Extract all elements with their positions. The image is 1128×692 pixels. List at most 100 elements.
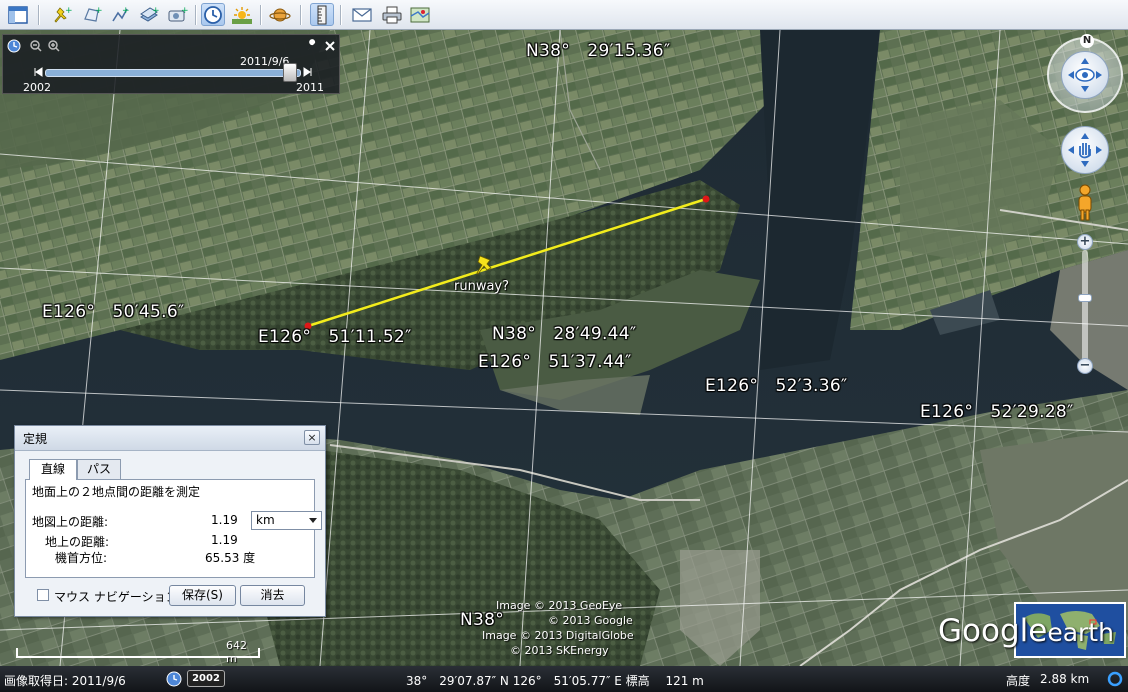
grid-longitude-label: E126° 52′3.36″ (705, 376, 848, 396)
zoom-out-time-icon[interactable] (29, 39, 43, 53)
envelope-icon (352, 7, 372, 22)
email-button[interactable] (350, 3, 374, 26)
tab-line[interactable]: 直線 (29, 459, 77, 480)
hand-icon (1068, 133, 1102, 167)
look-joystick[interactable] (1061, 51, 1109, 99)
planet-icon (269, 8, 291, 21)
polygon-add-icon: + (84, 6, 102, 22)
zoom-slider-track[interactable] (1082, 250, 1088, 362)
zoom-in-button[interactable]: + (1077, 234, 1093, 250)
imagery-credit: Image © 2013 DigitalGlobe (482, 629, 634, 642)
grid-longitude-label: E126° 51′37.44″ (478, 352, 632, 372)
ruler-icon (317, 5, 327, 24)
wrench-icon[interactable] (305, 39, 319, 53)
ground-distance-value: 1.19 (211, 533, 238, 547)
compass-north[interactable]: N (1080, 34, 1094, 48)
svg-text:+: + (65, 6, 72, 16)
step-forward-icon[interactable] (303, 67, 313, 77)
imagery-credit: © 2013 SKEnergy (510, 644, 609, 657)
grid-latitude-label: N38° (460, 610, 505, 630)
pointer-position: 38° 29′07.87″ N 126° 51′05.77″ E 標高 121 … (406, 674, 704, 688)
sidebar-icon (8, 5, 28, 24)
unit-select-value: km (256, 513, 275, 527)
map-distance-value: 1.19 (211, 513, 238, 527)
grid-longitude-label: E126° 51′11.52″ (258, 327, 412, 347)
status-bar: 画像取得日: 2011/9/6 2002 38° 29′07.87″ N 126… (0, 666, 1128, 692)
ruler-dialog: 定規 × 直線 パス 地面上の２地点間の距離を測定 地図上の距離: 1.19 k… (14, 425, 326, 617)
grid-longitude-label: E126° 50′45.6″ (42, 302, 185, 322)
dialog-title: 定規 (23, 432, 48, 446)
zoom-in-time-icon[interactable] (47, 39, 61, 53)
imagery-credit: Image © 2013 GeoEye (496, 599, 623, 612)
ruler-button[interactable] (310, 3, 334, 26)
grid-latitude-label: N38° 28′49.44″ (492, 324, 637, 344)
print-button[interactable] (380, 3, 404, 26)
historical-imagery-slider: 2011/9/6 2002 2011 (2, 34, 340, 94)
scale-label: 642 m (226, 639, 247, 665)
camera-icon: + (168, 6, 188, 21)
time-slider-date: 2011/9/6 (240, 55, 290, 68)
historical-imagery-button[interactable] (201, 3, 225, 26)
imagery-date: 画像取得日: 2011/9/6 (4, 674, 126, 688)
time-slider-track[interactable] (45, 69, 301, 77)
ruler-description: 地面上の２地点間の距離を測定 (32, 485, 201, 499)
switch-planet-button[interactable] (268, 3, 292, 26)
sidebar-toggle-button[interactable] (6, 3, 30, 26)
zoom-slider-thumb[interactable] (1078, 294, 1092, 302)
zoom-out-button[interactable]: − (1077, 358, 1093, 374)
chevron-down-icon (309, 518, 317, 523)
add-image-overlay-button[interactable]: + (137, 3, 161, 26)
scale-legend: 642 m (16, 639, 261, 665)
ground-distance-label: 地上の距離: (45, 535, 110, 549)
clock-icon (204, 5, 222, 24)
heading-value: 65.53 度 (205, 551, 256, 565)
street-view-pegman-icon[interactable] (1074, 184, 1096, 222)
map-distance-label: 地図上の距離: (32, 515, 109, 529)
svg-text:+: + (181, 6, 188, 16)
image-overlay-icon: + (140, 6, 160, 22)
google-earth-logo: Googleearth (938, 613, 1114, 649)
svg-text:+: + (95, 6, 102, 16)
add-polygon-button[interactable]: + (80, 3, 104, 26)
eye-icon (1068, 58, 1102, 92)
placemark-label[interactable]: runway? (454, 279, 509, 294)
tab-path[interactable]: パス (77, 459, 121, 479)
pushpin-icon[interactable] (474, 254, 496, 278)
step-back-icon[interactable] (33, 67, 43, 77)
add-path-button[interactable]: + (108, 3, 132, 26)
dialog-close-button[interactable]: × (304, 430, 320, 445)
unit-select[interactable]: km (251, 511, 322, 530)
toolbar: + + + + + (0, 0, 1128, 30)
pushpin-add-icon: + (54, 6, 72, 23)
toolbar-separator (340, 5, 342, 25)
dialog-title-bar[interactable]: 定規 × (15, 426, 325, 451)
clock-icon[interactable] (166, 671, 182, 687)
view-in-maps-button[interactable] (408, 3, 432, 26)
clear-button[interactable]: 消去 (240, 585, 305, 606)
move-joystick[interactable] (1061, 126, 1109, 174)
streaming-progress-icon (1107, 671, 1123, 687)
printer-icon (382, 6, 402, 23)
clock-icon[interactable] (7, 39, 21, 53)
toolbar-separator (195, 5, 197, 25)
grid-latitude-label: N38° 29′15.36″ (526, 41, 671, 61)
record-tour-button[interactable]: + (165, 3, 189, 26)
mouse-navigation-checkbox[interactable] (37, 589, 49, 601)
add-placemark-button[interactable]: + (50, 3, 74, 26)
year-badge[interactable]: 2002 (187, 670, 225, 687)
logo-earth: earth (1047, 618, 1114, 647)
logo-google: Google (938, 613, 1048, 649)
altitude-label: 高度 (1006, 674, 1031, 688)
time-slider-thumb[interactable] (282, 63, 297, 82)
altitude-value: 2.88 km (1040, 672, 1090, 686)
save-button[interactable]: 保存(S) (169, 585, 236, 606)
toolbar-separator (260, 5, 262, 25)
map-icon (410, 7, 430, 22)
close-icon[interactable] (323, 39, 337, 53)
svg-text:+: + (122, 6, 130, 16)
sun-icon (232, 6, 252, 24)
mouse-navigation-label[interactable]: マウス ナビゲーション (54, 588, 178, 605)
sunlight-button[interactable] (230, 3, 254, 26)
grid-longitude-label: E126° 52′29.28″ (920, 402, 1074, 422)
time-slider-min-year: 2002 (23, 81, 51, 94)
